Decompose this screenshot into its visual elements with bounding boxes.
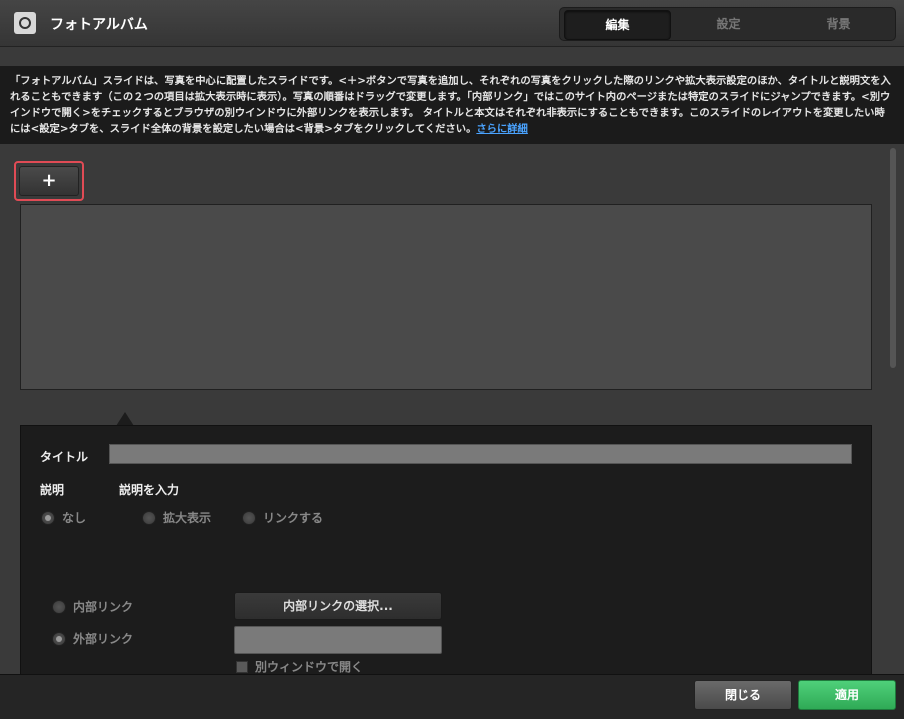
photo-drop-area[interactable] <box>20 204 872 390</box>
tab-bar: 編集 設定 背景 <box>559 7 896 41</box>
radio-none[interactable]: なし <box>41 509 86 526</box>
panel-pointer <box>116 412 134 426</box>
title-input[interactable] <box>109 444 852 464</box>
radio-label: なし <box>62 511 87 525</box>
radio-button-icon <box>142 510 156 525</box>
tab-settings[interactable]: 設定 <box>676 10 781 38</box>
open-new-window-label: 別ウィンドウで開く <box>255 660 364 674</box>
radio-link[interactable]: リンクする <box>242 509 323 526</box>
more-details-link[interactable]: さらに詳細 <box>476 123 527 135</box>
plus-icon: + <box>41 170 57 191</box>
radio-button-icon <box>242 510 256 525</box>
radio-button-icon <box>52 599 66 614</box>
window-title: フォトアルバム <box>50 17 148 33</box>
radio-button-icon <box>52 631 66 646</box>
title-bar: フォトアルバム 編集 設定 背景 <box>0 0 904 47</box>
scrollbar[interactable] <box>890 148 896 368</box>
tab-background[interactable]: 背景 <box>786 10 891 38</box>
external-url-input[interactable] <box>234 626 442 654</box>
radio-label: 拡大表示 <box>163 511 212 525</box>
close-button[interactable]: 閉じる <box>694 680 792 710</box>
radio-internal-link[interactable]: 内部リンク <box>52 598 133 615</box>
radio-label: リンクする <box>263 511 324 525</box>
apply-button[interactable]: 適用 <box>798 680 896 710</box>
radio-button-icon <box>41 510 55 525</box>
description-input[interactable]: 説明を入力 <box>119 481 179 498</box>
radio-external-link[interactable]: 外部リンク <box>52 630 133 647</box>
radio-label: 内部リンク <box>73 600 134 614</box>
title-label: タイトル <box>40 450 89 464</box>
checkbox-icon <box>236 660 248 673</box>
tab-edit[interactable]: 編集 <box>564 10 671 40</box>
add-photo-button[interactable]: + <box>19 166 79 196</box>
radio-label: 外部リンク <box>73 632 134 646</box>
info-text: 「フォトアルバム」スライドは、写真を中心に配置したスライドです。<＋>ボタンで写… <box>10 75 891 135</box>
select-internal-link-button[interactable]: 内部リンクの選択... <box>234 592 442 620</box>
description-label: 説明 <box>40 483 65 497</box>
open-new-window-option[interactable]: 別ウィンドウで開く <box>236 658 363 675</box>
camera-icon <box>14 12 36 34</box>
info-bar: 「フォトアルバム」スライドは、写真を中心に配置したスライドです。<＋>ボタンで写… <box>0 66 904 144</box>
radio-enlarge[interactable]: 拡大表示 <box>142 509 211 526</box>
